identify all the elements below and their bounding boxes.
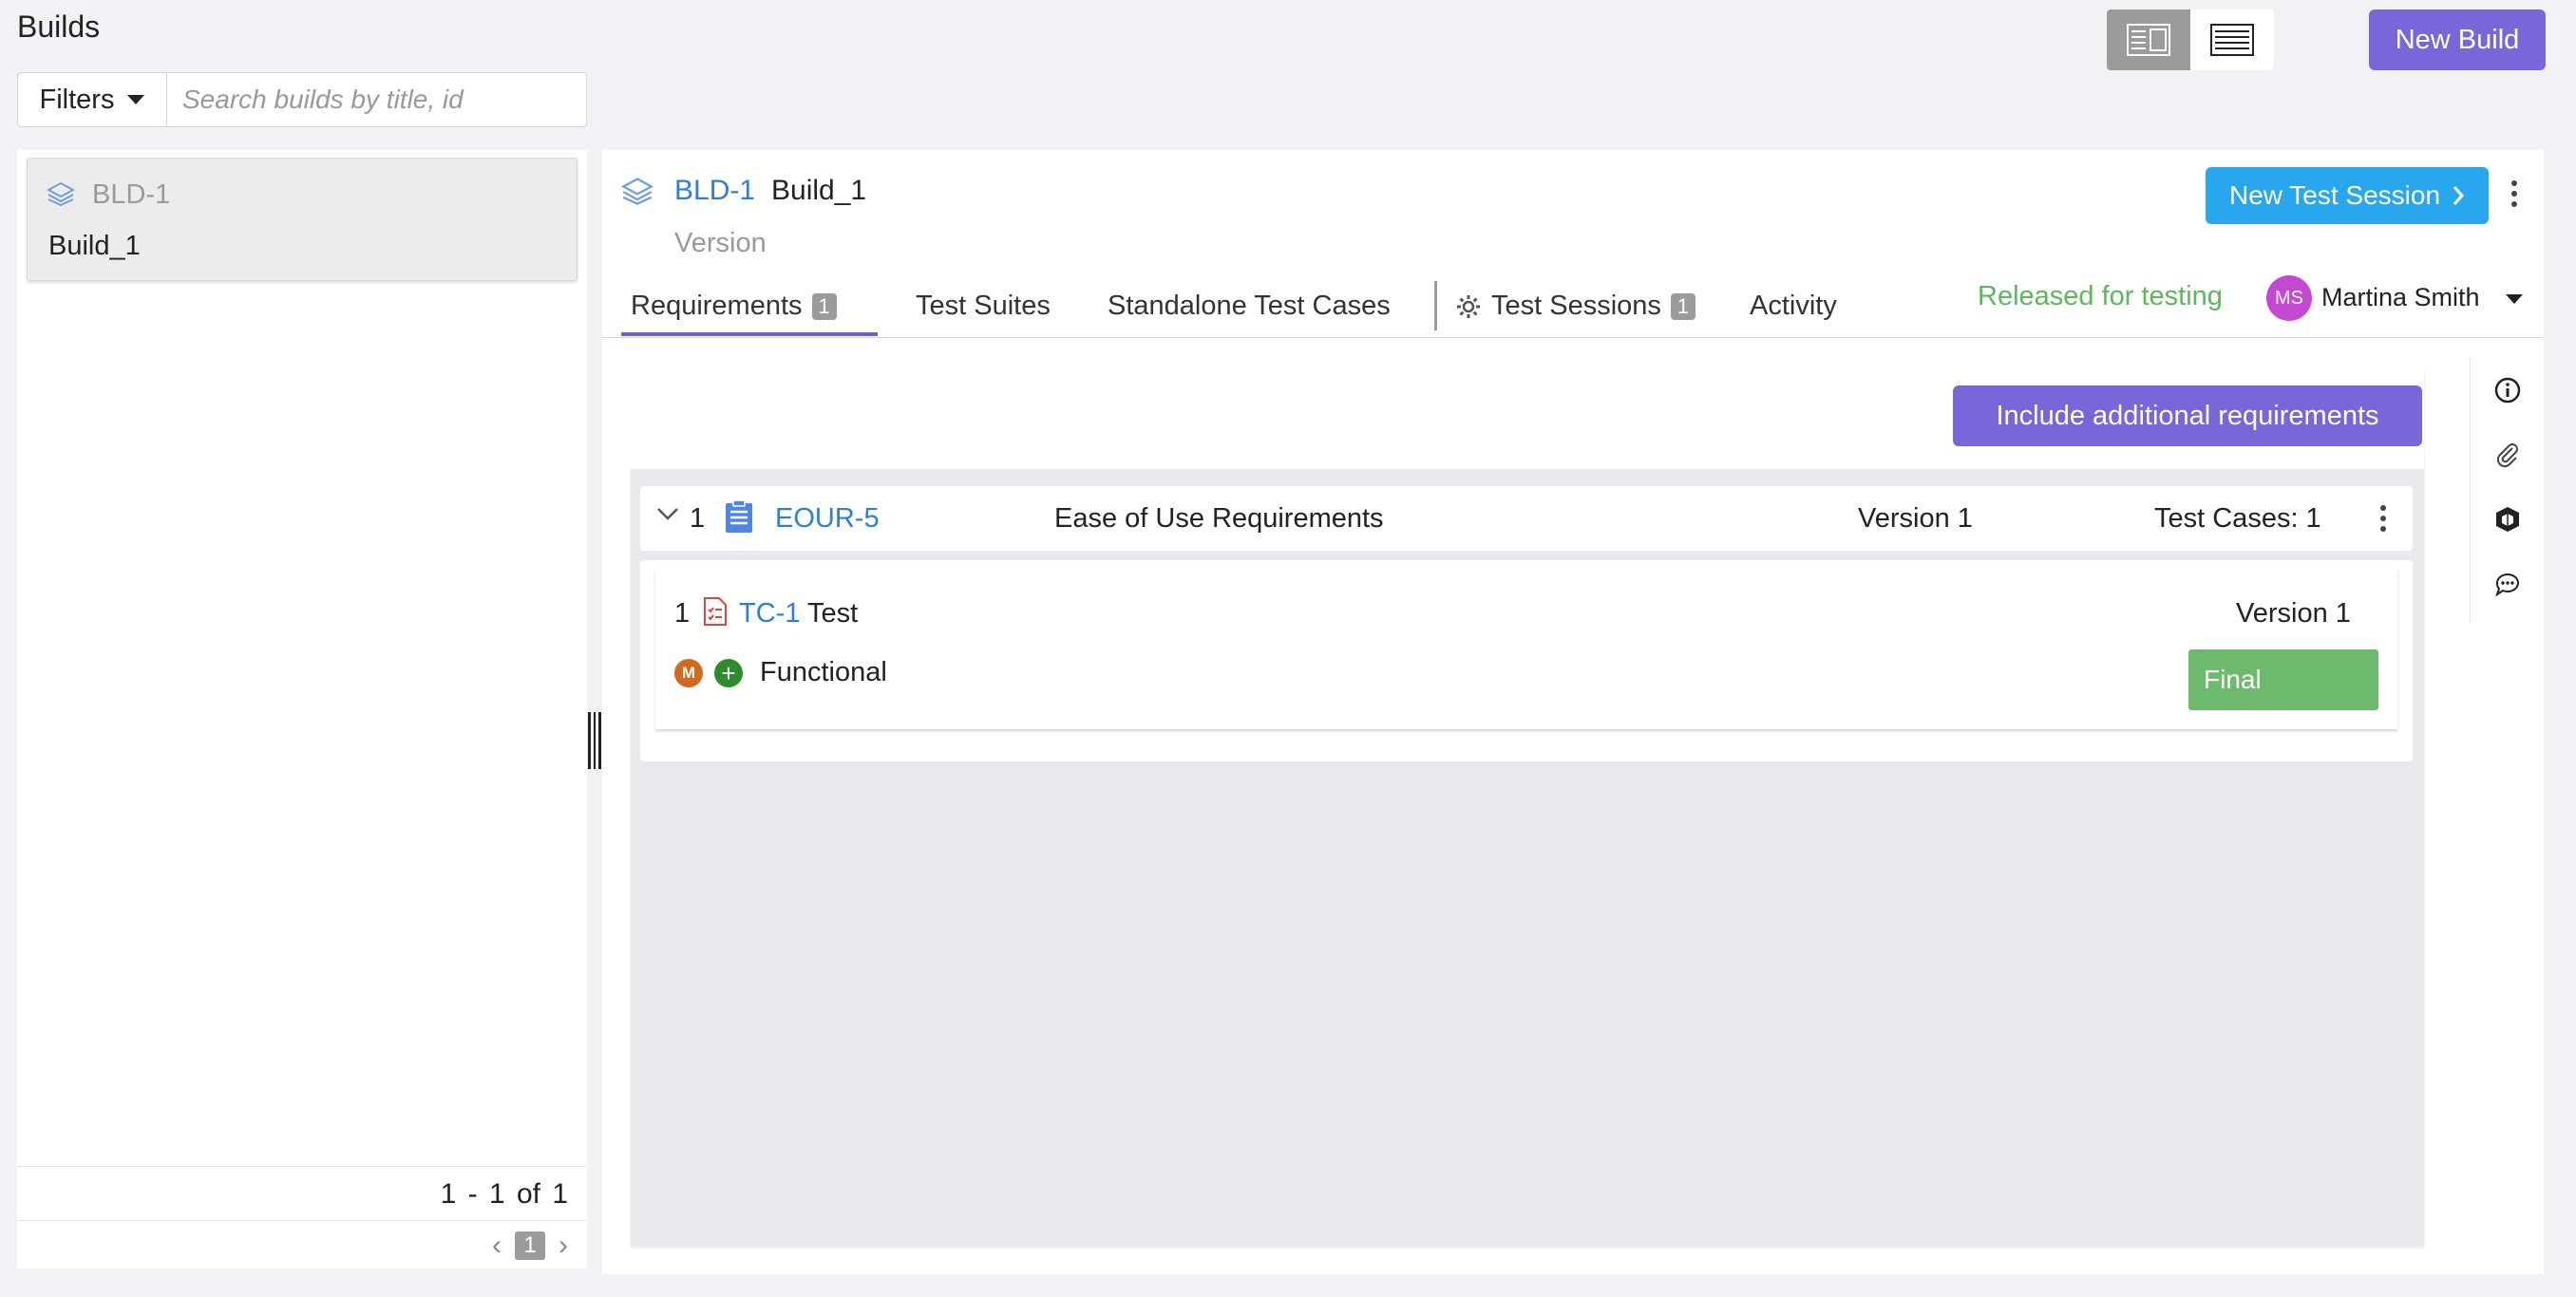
requirement-id[interactable]: EOUR-5 — [775, 503, 880, 535]
comments-icon[interactable] — [2491, 568, 2524, 600]
more-options-icon[interactable] — [2511, 180, 2517, 207]
tab-label: Requirements — [631, 291, 803, 321]
more-options-icon[interactable] — [2380, 505, 2386, 532]
new-test-session-button[interactable]: New Test Session — [2206, 167, 2489, 224]
layers-icon — [47, 181, 75, 206]
build-list-item[interactable]: BLD-1 Build_1 — [27, 158, 578, 281]
panel-resize-handle[interactable] — [588, 712, 602, 769]
prev-page-icon[interactable]: ‹ — [492, 1231, 502, 1260]
build-version: Version — [674, 228, 767, 258]
cube-icon[interactable] — [2491, 503, 2524, 536]
chevron-right-icon — [2453, 186, 2465, 205]
tab-divider — [1434, 281, 1437, 330]
tab-label: Test Suites — [916, 291, 1051, 321]
requirement-title: Ease of Use Requirements — [1054, 503, 1384, 534]
paperclip-icon[interactable] — [2491, 439, 2524, 471]
priority-badge: M — [674, 659, 703, 687]
test-case-index: 1 — [674, 598, 691, 629]
test-case-version: Version 1 — [2236, 598, 2351, 629]
split-view-icon — [2127, 24, 2170, 56]
tab-test-sessions[interactable]: Test Sessions 1 — [1455, 291, 1695, 322]
tab-count-badge: 1 — [1670, 292, 1695, 320]
owner-name[interactable]: Martina Smith — [2321, 283, 2480, 312]
checklist-document-icon — [704, 597, 727, 626]
tab-label: Activity — [1750, 291, 1837, 321]
pagination-count: 1 - 1 of 1 — [440, 1178, 568, 1210]
new-build-button[interactable]: New Build — [2369, 9, 2546, 70]
tab-count-badge: 1 — [811, 292, 837, 320]
pagination: ‹ 1 › — [492, 1231, 568, 1260]
build-status: Released for testing — [1978, 281, 2223, 311]
tab-label: Standalone Test Cases — [1108, 291, 1391, 321]
page-number[interactable]: 1 — [515, 1231, 545, 1260]
caret-down-icon — [127, 95, 145, 104]
build-list-panel — [17, 150, 587, 1269]
test-case-id[interactable]: TC-1 — [739, 598, 800, 630]
active-tab-indicator — [621, 332, 878, 336]
tab-standalone-test-cases[interactable]: Standalone Test Cases — [1108, 291, 1391, 322]
info-icon[interactable] — [2491, 374, 2524, 406]
next-page-icon[interactable]: › — [559, 1231, 568, 1260]
search-input[interactable] — [166, 72, 587, 127]
list-view-button[interactable] — [2190, 9, 2274, 70]
build-item-name: Build_1 — [48, 231, 141, 261]
page-title: Builds — [17, 9, 101, 44]
chevron-down-icon[interactable] — [655, 501, 680, 526]
requirement-version: Version 1 — [1858, 503, 1973, 534]
clipboard-list-icon — [726, 499, 752, 533]
footer-divider — [17, 1220, 587, 1221]
test-case-name: Test — [807, 598, 859, 629]
gear-icon — [1457, 294, 1480, 318]
avatar: MS — [2266, 275, 2312, 321]
tab-test-suites[interactable]: Test Suites — [916, 291, 1051, 322]
split-view-button[interactable] — [2107, 9, 2190, 70]
filters-label: Filters — [39, 84, 115, 115]
plus-circle-icon: + — [714, 659, 743, 687]
test-case-card[interactable]: 1 TC-1 Test Version 1 M + Functional Fin… — [655, 570, 2397, 729]
filters-dropdown[interactable]: Filters — [17, 72, 167, 127]
tab-label: Test Sessions — [1491, 291, 1661, 321]
test-case-type: Functional — [760, 657, 887, 687]
build-id: BLD-1 — [674, 175, 756, 206]
layers-icon — [621, 178, 653, 205]
requirement-test-case-count: Test Cases: 1 — [2154, 503, 2321, 534]
tab-activity[interactable]: Activity — [1750, 291, 1837, 322]
build-item-id: BLD-1 — [92, 179, 171, 210]
requirement-index: 1 — [690, 503, 706, 534]
tab-requirements[interactable]: Requirements 1 — [631, 291, 837, 322]
right-sidebar — [2470, 357, 2544, 623]
view-toggle — [2107, 9, 2274, 70]
include-requirements-button[interactable]: Include additional requirements — [1953, 385, 2422, 446]
list-view-icon — [2210, 24, 2254, 56]
caret-down-icon[interactable] — [2506, 294, 2523, 304]
build-name: Build_1 — [771, 175, 867, 206]
detail-tabs: Requirements 1 Test Suites Standalone Te… — [602, 275, 2544, 338]
test-case-status-badge: Final — [2188, 649, 2378, 710]
new-test-session-label: New Test Session — [2228, 180, 2441, 210]
requirement-row[interactable]: 1 EOUR-5 Ease of Use Requirements Versio… — [640, 486, 2413, 551]
build-list-footer: 1 - 1 of 1 ‹ 1 › — [17, 1166, 587, 1269]
